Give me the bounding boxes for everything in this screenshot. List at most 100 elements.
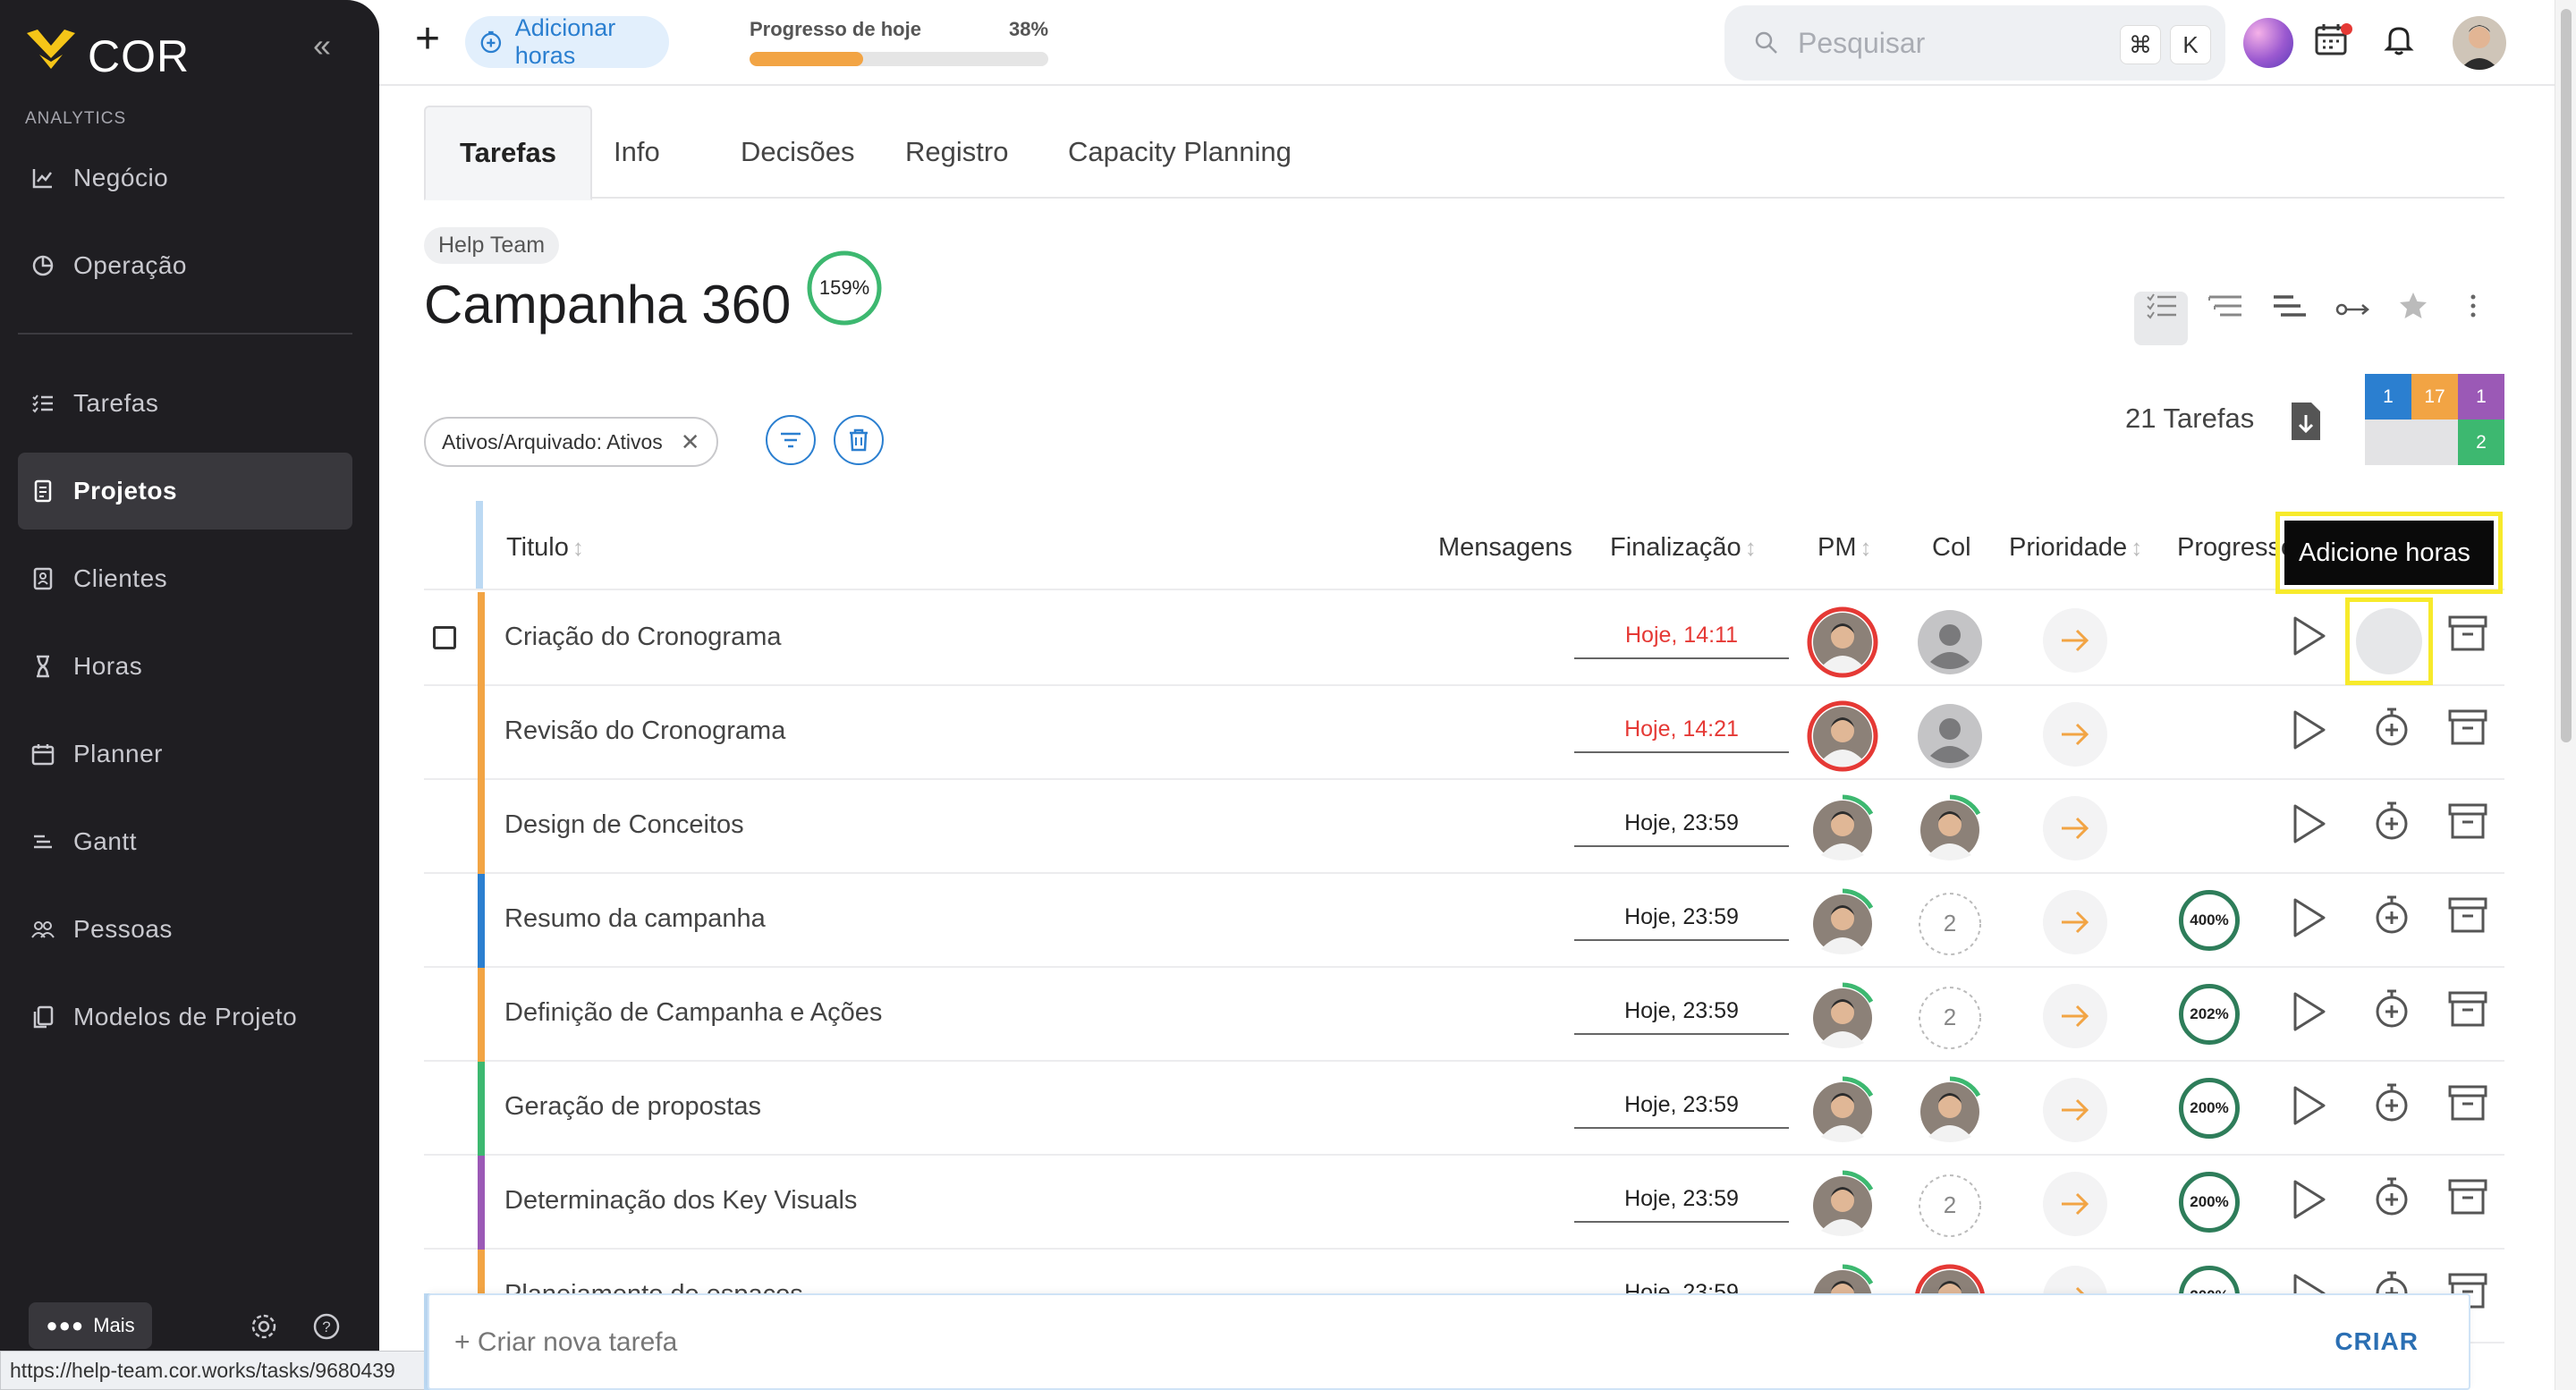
play-timer-icon[interactable] xyxy=(2288,1083,2329,1132)
collapse-sidebar-icon[interactable]: « xyxy=(313,27,331,64)
ai-assistant-orb-icon[interactable] xyxy=(2243,18,2293,68)
column-pm[interactable]: PM ↕ xyxy=(1818,533,1872,563)
sort-icon[interactable]: ↕ xyxy=(572,534,584,561)
add-hours-button[interactable]: Adicionar horas xyxy=(465,14,669,69)
sort-icon[interactable]: ↕ xyxy=(1860,534,1872,561)
sidebar-item-planner[interactable]: Planner xyxy=(18,716,352,792)
search-input[interactable]: Pesquisar xyxy=(1798,27,1925,60)
archive-icon[interactable] xyxy=(2447,1175,2488,1223)
play-timer-icon[interactable] xyxy=(2288,1177,2329,1226)
sidebar-item-negocio[interactable]: Negócio xyxy=(18,140,352,216)
tab-capacity-planning[interactable]: Capacity Planning xyxy=(1034,106,1326,199)
settings-gear-icon[interactable] xyxy=(249,1311,279,1346)
archive-icon[interactable] xyxy=(2447,800,2488,847)
search-bar[interactable]: Pesquisar ⌘ K xyxy=(1724,5,2225,81)
add-hours-stopwatch-icon[interactable] xyxy=(2370,892,2413,943)
pm-avatar[interactable] xyxy=(1807,888,1878,960)
task-due-date[interactable]: Hoje, 23:59 xyxy=(1574,810,1789,847)
archive-icon[interactable] xyxy=(2447,894,2488,941)
collaborator-avatar[interactable] xyxy=(1914,1076,1986,1148)
tab-registro[interactable]: Registro xyxy=(871,106,1042,199)
table-row[interactable]: Design de Conceitos Hoje, 23:59 xyxy=(424,780,2504,874)
column-due[interactable]: Finalização ↕ xyxy=(1610,533,1757,563)
tab-info[interactable]: Info xyxy=(580,106,694,199)
archive-icon[interactable] xyxy=(2447,987,2488,1035)
download-icon[interactable] xyxy=(2290,401,2322,446)
pm-avatar[interactable] xyxy=(1807,700,1878,772)
bell-icon[interactable] xyxy=(2381,21,2417,62)
add-hours-stopwatch-icon[interactable] xyxy=(2370,1080,2413,1131)
new-task-input[interactable]: + Criar nova tarefa xyxy=(454,1327,677,1358)
priority-arrow-icon[interactable] xyxy=(2043,796,2107,860)
task-title[interactable]: Resumo da campanha xyxy=(504,904,766,934)
priority-arrow-icon[interactable] xyxy=(2043,890,2107,954)
task-due-date[interactable]: Hoje, 23:59 xyxy=(1574,1092,1789,1129)
play-timer-icon[interactable] xyxy=(2288,708,2329,757)
priority-arrow-icon[interactable] xyxy=(2043,702,2107,767)
table-row[interactable]: Geração de propostas Hoje, 23:59 200% xyxy=(424,1062,2504,1156)
table-row[interactable]: Definição de Campanha e Ações Hoje, 23:59… xyxy=(424,968,2504,1062)
collaborator-avatar[interactable]: 2 xyxy=(1914,982,1986,1054)
pm-avatar[interactable] xyxy=(1807,794,1878,866)
pm-avatar[interactable] xyxy=(1807,1076,1878,1148)
table-row[interactable]: Resumo da campanha Hoje, 23:59 2 400% xyxy=(424,874,2504,968)
column-title[interactable]: Titulo ↕ xyxy=(506,533,584,563)
play-timer-icon[interactable] xyxy=(2288,895,2329,945)
task-title[interactable]: Criação do Cronograma xyxy=(504,623,781,652)
sidebar-item-pessoas[interactable]: Pessoas xyxy=(18,891,352,968)
remove-filter-icon[interactable]: ✕ xyxy=(681,428,700,456)
sidebar-item-clientes[interactable]: Clientes xyxy=(18,540,352,617)
filter-button[interactable] xyxy=(766,415,816,465)
tab-decisoes[interactable]: Decisões xyxy=(707,106,889,199)
workflow-view-icon[interactable] xyxy=(2334,290,2374,328)
priority-arrow-icon[interactable] xyxy=(2043,1172,2107,1236)
help-icon[interactable]: ? xyxy=(311,1311,342,1346)
priority-arrow-icon[interactable] xyxy=(2043,984,2107,1048)
collaborator-avatar[interactable] xyxy=(1914,794,1986,866)
task-title[interactable]: Geração de propostas xyxy=(504,1092,761,1122)
hierarchy-view-icon[interactable] xyxy=(2207,290,2243,328)
table-row[interactable]: Revisão do Cronograma Hoje, 14:21 xyxy=(424,686,2504,780)
collaborator-avatar[interactable]: 2 xyxy=(1914,1170,1986,1242)
priority-arrow-icon[interactable] xyxy=(2043,1078,2107,1142)
sidebar-item-projetos[interactable]: Projetos xyxy=(18,453,352,530)
collaborator-avatar[interactable] xyxy=(1914,606,1986,678)
task-title[interactable]: Definição de Campanha e Ações xyxy=(504,998,882,1028)
team-chip[interactable]: Help Team xyxy=(424,227,560,264)
table-row[interactable]: Determinação dos Key Visuals Hoje, 23:59 … xyxy=(424,1156,2504,1250)
task-title[interactable]: Determinação dos Key Visuals xyxy=(504,1186,857,1216)
list-view-icon[interactable] xyxy=(2145,290,2179,328)
sidebar-item-gantt[interactable]: Gantt xyxy=(18,803,352,880)
filter-chip-active-archived[interactable]: Ativos/Arquivado: Ativos ✕ xyxy=(424,417,718,467)
play-timer-icon[interactable] xyxy=(2288,801,2329,851)
sidebar-item-modelos-de-projeto[interactable]: Modelos de Projeto xyxy=(18,979,352,1055)
more-button[interactable]: ●●● Mais xyxy=(29,1302,152,1349)
plus-icon[interactable]: + xyxy=(415,18,440,61)
task-due-date[interactable]: Hoje, 23:59 xyxy=(1574,904,1789,941)
task-title[interactable]: Revisão do Cronograma xyxy=(504,716,785,746)
priority-arrow-icon[interactable] xyxy=(2043,608,2107,673)
create-task-button[interactable]: CRIAR xyxy=(2334,1327,2419,1356)
task-due-date[interactable]: Hoje, 23:59 xyxy=(1574,998,1789,1035)
archive-icon[interactable] xyxy=(2447,706,2488,753)
play-timer-icon[interactable] xyxy=(2288,989,2329,1038)
collaborator-avatar[interactable]: 2 xyxy=(1914,888,1986,960)
add-hours-stopwatch-icon[interactable] xyxy=(2370,704,2413,755)
tab-tarefas[interactable]: Tarefas xyxy=(424,106,592,200)
pm-avatar[interactable] xyxy=(1807,606,1878,678)
task-due-date[interactable]: Hoje, 14:21 xyxy=(1574,716,1789,753)
sidebar-item-operacao[interactable]: Operação xyxy=(18,227,352,304)
task-title[interactable]: Design de Conceitos xyxy=(504,810,744,840)
delete-filters-button[interactable] xyxy=(834,415,884,465)
sidebar-item-horas[interactable]: Horas xyxy=(18,628,352,705)
table-row[interactable]: Criação do Cronograma Hoje, 14:11 xyxy=(424,592,2504,686)
collaborator-avatar[interactable] xyxy=(1914,700,1986,772)
gantt-view-icon[interactable] xyxy=(2272,290,2308,328)
more-vertical-icon[interactable] xyxy=(2460,290,2487,326)
user-avatar[interactable] xyxy=(2453,16,2506,70)
add-hours-stopwatch-icon[interactable] xyxy=(2370,798,2413,849)
star-icon[interactable] xyxy=(2397,290,2429,326)
pm-avatar[interactable] xyxy=(1807,982,1878,1054)
pm-avatar[interactable] xyxy=(1807,1170,1878,1242)
task-due-date[interactable]: Hoje, 23:59 xyxy=(1574,1186,1789,1223)
